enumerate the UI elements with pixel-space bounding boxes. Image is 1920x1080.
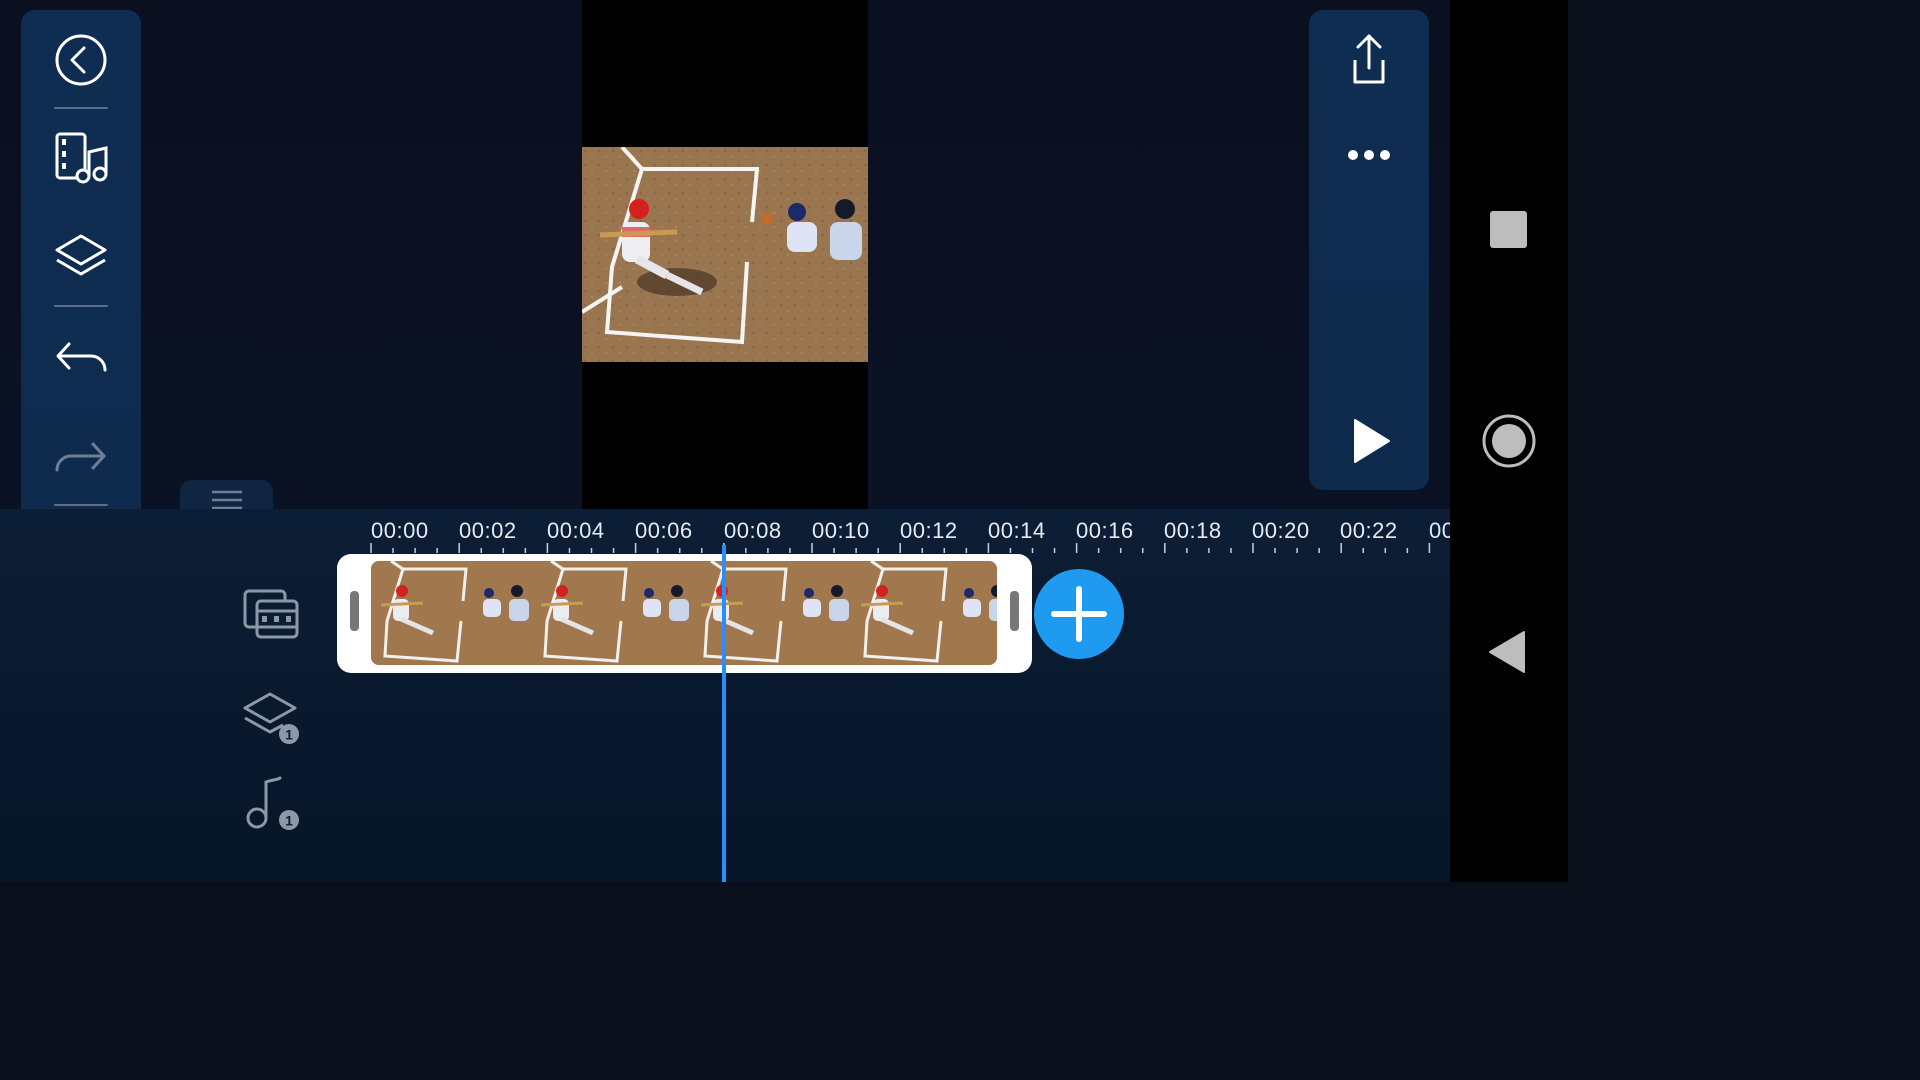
trim-handle-left[interactable]: [350, 591, 359, 631]
square-icon[interactable]: [1490, 211, 1527, 248]
plus-icon: [1051, 586, 1107, 642]
triangle-back-icon[interactable]: [1488, 630, 1528, 679]
preview-frame-image: [582, 147, 868, 362]
system-navigation-bar: [1450, 0, 1568, 882]
toolbar-divider: [54, 107, 108, 109]
clip-thumbnail-frame: [691, 561, 851, 665]
toolbar-divider: [54, 305, 108, 307]
layer-count-badge: 1: [285, 727, 293, 743]
toolbar-divider: [54, 504, 108, 506]
trim-handle-right[interactable]: [1010, 591, 1019, 631]
more-dots-icon[interactable]: [1341, 140, 1397, 175]
clip-thumbnail-frame: [531, 561, 691, 665]
media-film-music-icon[interactable]: [53, 130, 109, 191]
drawer-handle[interactable]: [180, 480, 273, 512]
film-strip-icon[interactable]: [243, 587, 299, 648]
video-preview[interactable]: [582, 0, 868, 509]
clip-thumbnail-frame: [851, 561, 997, 665]
audio-count-badge: 1: [285, 813, 293, 829]
redo-icon[interactable]: [53, 430, 109, 491]
video-clip[interactable]: [337, 554, 1032, 673]
clip-thumbnails: [371, 561, 997, 665]
clip-thumbnail-frame: [371, 561, 531, 665]
undo-icon[interactable]: [53, 330, 109, 391]
right-toolbar: [1309, 10, 1429, 490]
editor-stage: 00:00 00:02 00:04 00:06 00:08 00:10 00:1…: [0, 0, 1450, 882]
music-note-icon[interactable]: 1: [243, 776, 303, 837]
play-icon[interactable]: [1345, 416, 1395, 471]
playhead[interactable]: [722, 545, 726, 882]
layers-track-icon[interactable]: 1: [243, 690, 303, 751]
add-clip-button[interactable]: [1034, 569, 1124, 659]
back-icon[interactable]: [53, 32, 109, 93]
share-upload-icon[interactable]: [1341, 32, 1397, 93]
circle-icon[interactable]: [1482, 414, 1536, 473]
layers-icon[interactable]: [53, 230, 109, 291]
